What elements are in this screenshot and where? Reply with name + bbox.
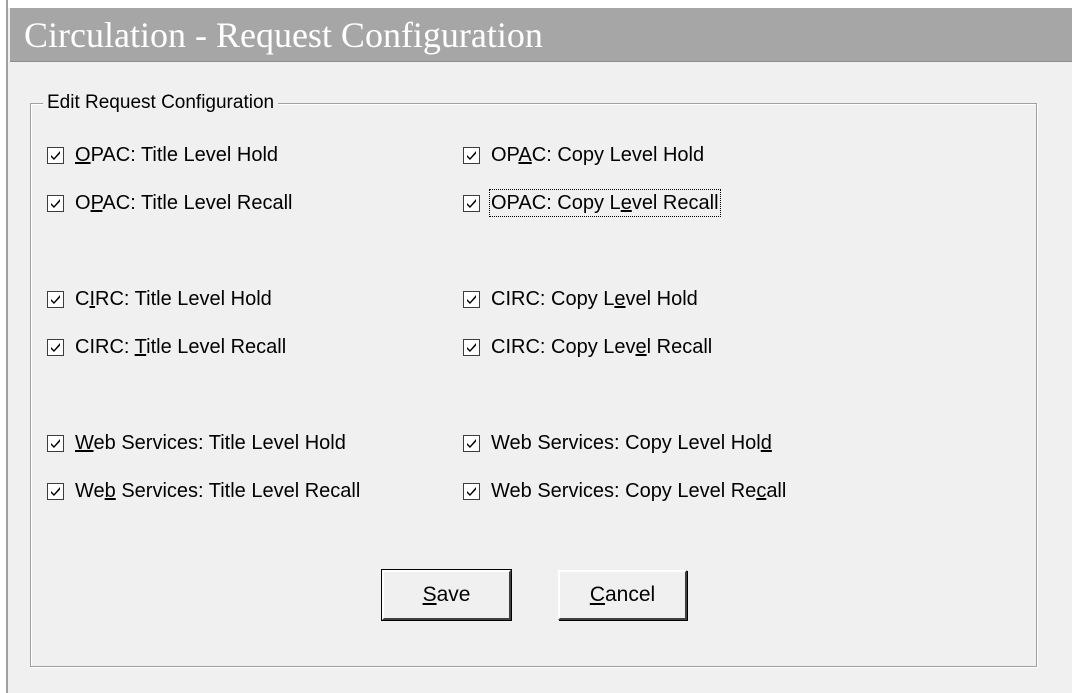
checkmark-icon: [51, 342, 60, 352]
checkbox-label: OPAC: Title Level Recall: [75, 192, 293, 214]
checkbox-label: Web Services: Title Level Hold: [75, 432, 346, 454]
cancel-button-label: Cancel: [589, 583, 656, 606]
checkbox-circ-title-level-hold[interactable]: CIRC: Title Level Hold: [47, 286, 272, 312]
checkbox-label: Web Services: Title Level Recall: [75, 480, 361, 502]
checkbox-opac-title-level-hold[interactable]: OPAC: Title Level Hold: [47, 142, 278, 168]
save-button[interactable]: Save: [381, 569, 512, 621]
checkbox-label: CIRC: Title Level Recall: [75, 336, 287, 358]
checkbox-label: CIRC: Title Level Hold: [75, 288, 272, 310]
checkbox-box[interactable]: [47, 146, 64, 164]
checkbox-circ-title-level-recall[interactable]: CIRC: Title Level Recall: [47, 334, 286, 360]
checkbox-box[interactable]: [463, 482, 480, 500]
checkmark-icon: [51, 294, 60, 304]
checkbox-label: CIRC: Copy Level Hold: [491, 288, 698, 310]
cancel-button[interactable]: Cancel: [558, 570, 687, 620]
group-legend: Edit Request Configuration: [43, 92, 279, 114]
checkbox-web-title-level-recall[interactable]: Web Services: Title Level Recall: [47, 478, 360, 504]
checkbox-label: OPAC: Title Level Hold: [75, 144, 279, 166]
checkbox-web-title-level-hold[interactable]: Web Services: Title Level Hold: [47, 430, 346, 456]
title-bar: Circulation - Request Configuration: [10, 8, 1072, 62]
checkbox-opac-copy-level-hold[interactable]: OPAC: Copy Level Hold: [463, 142, 704, 168]
checkbox-box[interactable]: [463, 290, 480, 308]
checkbox-box[interactable]: [47, 338, 64, 356]
checkmark-icon: [467, 438, 476, 448]
checkmark-icon: [467, 198, 476, 208]
checkbox-box[interactable]: [47, 194, 64, 212]
checkbox-label: CIRC: Copy Level Recall: [491, 336, 713, 358]
checkbox-opac-title-level-recall[interactable]: OPAC: Title Level Recall: [47, 190, 293, 216]
window-title: Circulation - Request Configuration: [24, 15, 543, 55]
checkmark-icon: [467, 486, 476, 496]
checkbox-box[interactable]: [463, 146, 480, 164]
checkmark-icon: [467, 342, 476, 352]
checkbox-box[interactable]: [47, 290, 64, 308]
save-button-label: Save: [422, 583, 471, 606]
checkmark-icon: [51, 198, 60, 208]
checkbox-box[interactable]: [463, 338, 480, 356]
edit-request-configuration-group: [30, 103, 1037, 667]
checkbox-label: Web Services: Copy Level Hold: [491, 432, 772, 454]
checkmark-icon: [51, 486, 60, 496]
request-configuration-window: Circulation - Request Configuration Edit…: [0, 0, 1072, 693]
checkmark-icon: [467, 150, 476, 160]
checkbox-circ-copy-level-hold[interactable]: CIRC: Copy Level Hold: [463, 286, 698, 312]
checkmark-icon: [51, 150, 60, 160]
checkbox-web-copy-level-recall[interactable]: Web Services: Copy Level Recall: [463, 478, 786, 504]
checkbox-box[interactable]: [47, 434, 64, 452]
checkbox-opac-copy-level-recall[interactable]: OPAC: Copy Level Recall: [463, 189, 721, 217]
checkbox-web-copy-level-hold[interactable]: Web Services: Copy Level Hold: [463, 430, 772, 456]
checkbox-box[interactable]: [463, 194, 480, 212]
checkbox-label: OPAC: Copy Level Recall: [489, 189, 721, 217]
window-left-border: [0, 0, 8, 693]
checkmark-icon: [51, 438, 60, 448]
checkmark-icon: [467, 294, 476, 304]
checkbox-box[interactable]: [463, 434, 480, 452]
checkbox-circ-copy-level-recall[interactable]: CIRC: Copy Level Recall: [463, 334, 712, 360]
checkbox-label: Web Services: Copy Level Recall: [491, 480, 787, 502]
window-top-border: [0, 0, 1072, 8]
checkbox-label: OPAC: Copy Level Hold: [491, 144, 705, 166]
checkbox-box[interactable]: [47, 482, 64, 500]
